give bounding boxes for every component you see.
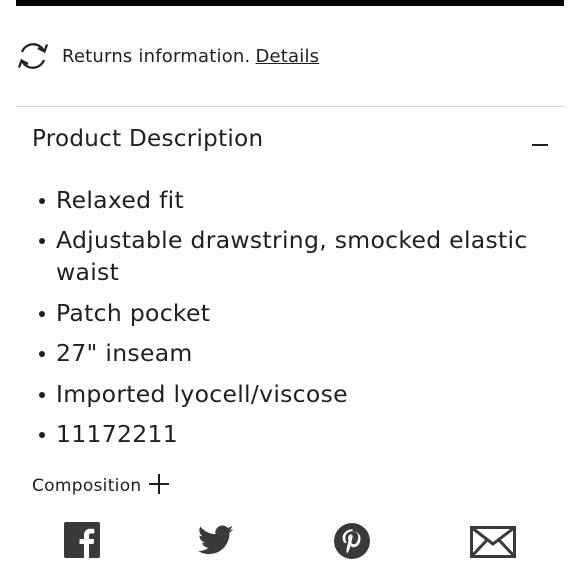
facebook-icon [64,522,100,558]
bullet-icon [39,351,45,358]
top-bar [16,0,564,6]
share-twitter-button[interactable] [197,522,235,560]
email-icon [470,526,516,558]
list-item: Patch pocket [32,297,532,329]
list-item: Adjustable drawstring, smocked elastic w… [32,224,532,288]
product-description-title: Product Description [32,126,264,152]
composition-toggle[interactable]: Composition [32,474,170,496]
bullet-icon [39,310,45,317]
returns-details-link[interactable]: Details [255,46,319,67]
collapse-toggle[interactable] [530,134,550,154]
share-email-button[interactable] [470,522,516,560]
twitter-icon [197,525,234,555]
bullet-icon [39,431,45,438]
bullet-icon [39,238,45,245]
composition-label: Composition [32,476,142,496]
list-item: 27" inseam [32,337,532,369]
feature-text: 11172211 [56,419,179,448]
feature-text: 27" inseam [56,339,193,368]
feature-text: Patch pocket [56,298,211,327]
bullet-icon [39,391,45,398]
pinterest-icon [334,523,370,559]
bullet-icon [39,198,45,204]
returns-info: Returns information. Details [16,38,319,74]
list-item: 11172211 [32,418,532,450]
section-divider [16,106,564,107]
feature-text: Imported lyocell/viscose [56,379,348,408]
share-pinterest-button[interactable] [333,522,371,560]
feature-text: Relaxed fit [56,186,185,214]
list-item: Imported lyocell/viscose [32,378,532,410]
plus-icon [149,474,170,494]
refresh-icon [16,39,50,73]
returns-text: Returns information. Details [62,46,319,67]
returns-label: Returns information. [62,45,251,67]
list-item: Relaxed fit [32,184,532,216]
feature-text: Adjustable drawstring, smocked elastic w… [56,226,528,287]
product-features-list: Relaxed fit Adjustable drawstring, smock… [32,184,532,458]
share-facebook-button[interactable] [64,522,100,560]
